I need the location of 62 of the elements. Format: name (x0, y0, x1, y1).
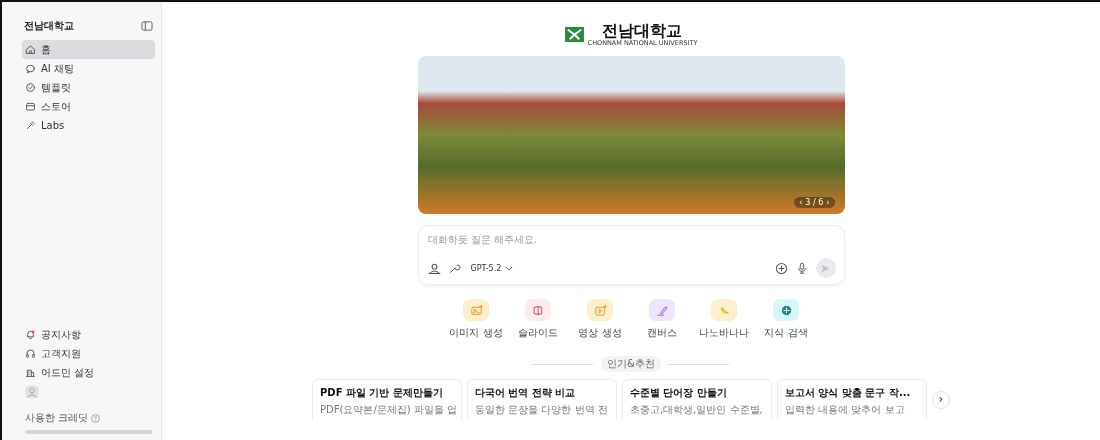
person-icon[interactable] (427, 261, 441, 275)
help-icon[interactable] (91, 413, 101, 423)
check-circle-icon (25, 82, 36, 93)
card-title: 다국어 번역 전략 비교 (475, 386, 577, 399)
next-button[interactable]: › (932, 390, 950, 409)
quick-action-tile[interactable] (649, 299, 675, 321)
sidebar-toggle-icon[interactable] (141, 21, 153, 31)
prompt-card[interactable]: 보고서 양식 맞춤 문구 작... 입력한 내용에 맞추어 보고 (777, 379, 927, 420)
sidebar-item[interactable]: 어드민 설정 (22, 363, 155, 382)
home-icon (25, 44, 36, 55)
card-title: PDF 파일 기반 문제만들기 (320, 386, 444, 399)
sidebar-item[interactable]: 홈 (22, 40, 155, 59)
quick-action-tile[interactable] (587, 299, 613, 321)
quick-action-label: 영상 생성 (578, 326, 622, 340)
card-title: 수준별 단어장 만들기 (630, 386, 728, 399)
quick-action-label: 지식 검색 (764, 326, 808, 340)
quick-action-tile[interactable] (463, 299, 489, 321)
chat-bubble-icon (25, 63, 36, 74)
sidebar-item[interactable]: 공지사항 (22, 325, 155, 344)
send-button[interactable] (815, 258, 836, 278)
section-label: 인기&추천 (601, 356, 661, 372)
sidebar-item[interactable]: AI 채팅 (22, 59, 155, 78)
question-input[interactable]: 대화하듯 질문 해주세요. (427, 234, 836, 245)
sidebar-item[interactable]: 고객지원 (22, 344, 155, 363)
quick-action-label: 이미지 생성 (449, 326, 503, 340)
avatar-icon[interactable] (25, 385, 39, 399)
box-icon (25, 101, 36, 112)
sidebar-item[interactable]: Labs (22, 116, 155, 135)
card-description: 초중고,대학생,일반인 수준별, (630, 403, 764, 416)
image-sparkle-icon (468, 302, 484, 318)
headset-icon (25, 348, 36, 359)
card-description: PDF(요약본/문제집) 파일을 업 (320, 403, 455, 416)
chevron-down-icon (505, 265, 514, 271)
next-slide-button[interactable]: › (826, 198, 830, 207)
add-icon[interactable] (774, 261, 788, 275)
quick-action-tile[interactable] (773, 299, 799, 321)
building-icon (25, 367, 36, 378)
video-sparkle-icon (592, 302, 608, 318)
previous-slide-button[interactable]: ‹ (799, 198, 803, 207)
credit-label: 사용한 크레딧 (25, 411, 89, 425)
send-icon (820, 262, 831, 274)
prompt-card[interactable]: PDF 파일 기반 문제만들기 PDF(요약본/문제집) 파일을 업 (312, 379, 462, 420)
sidebar-title: 전남대학교 (24, 19, 74, 33)
sidebar-item[interactable]: 템플릿 (22, 78, 155, 97)
card-title: 보고서 양식 맞춤 문구 작... (785, 386, 912, 399)
quick-action-label: 캔버스 (647, 326, 677, 340)
slide-count: 3 / 6 (805, 198, 824, 207)
quick-action-label: 나노바나나 (699, 326, 749, 340)
wand-icon (25, 120, 36, 131)
quick-action-tile[interactable] (711, 299, 737, 321)
prompt-card[interactable]: 다국어 번역 전략 비교 동일한 문장을 다양한 번역 전 (467, 379, 617, 420)
sidebar-item[interactable]: 스토어 (22, 97, 155, 116)
logo-icon (564, 25, 584, 43)
card-description: 입력한 내용에 맞추어 보고 (785, 403, 906, 416)
bell-icon (25, 329, 36, 340)
microphone-icon[interactable] (795, 262, 808, 274)
quick-action-tile[interactable] (525, 299, 551, 321)
quick-action-label: 슬라이드 (518, 326, 558, 340)
logo-name: 전남대학교 (602, 21, 683, 39)
model-selector[interactable]: GPT-5.2 (468, 263, 516, 273)
card-description: 동일한 문장을 다양한 번역 전 (475, 403, 609, 416)
prompt-card[interactable]: 수준별 단어장 만들기 초중고,대학생,일반인 수준별, (622, 379, 772, 420)
